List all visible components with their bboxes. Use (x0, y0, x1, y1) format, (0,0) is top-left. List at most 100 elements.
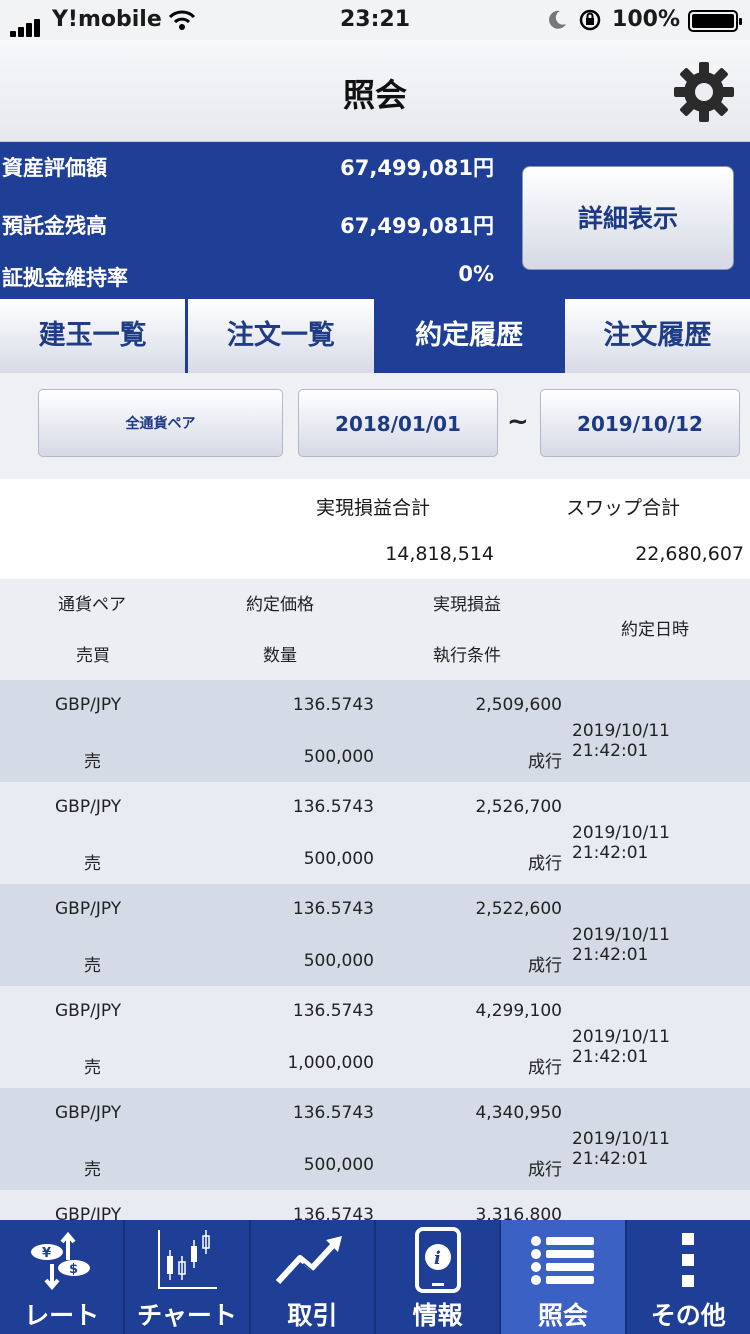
tab-positions[interactable]: 建玉一覧 (0, 299, 186, 373)
gear-icon[interactable] (672, 60, 736, 124)
bottom-tab-bar: ¥ $ レート チャート 取引 i 情報 照会 その他 (0, 1220, 750, 1334)
cell-side: 売 (84, 1160, 101, 1180)
header-condition: 執行条件 (433, 646, 501, 666)
cell-side: 売 (84, 752, 101, 772)
table-row[interactable]: GBP/JPY 136.5743 2,522,600 売 500,000 成行 2019/1… (0, 884, 750, 986)
cell-quantity: 500,000 (303, 1155, 374, 1175)
chart-icon (157, 1230, 217, 1289)
totals-panel: 実現損益合計 スワップ合計 14,818,514 22,680,607 (0, 479, 750, 579)
execution-list: GBP/JPY 136.5743 2,509,600 売 500,000 成行 2019/1… (0, 680, 750, 1220)
tabbar-rate-label: レート (24, 1301, 100, 1330)
tabbar-trade[interactable]: 取引 (251, 1220, 376, 1334)
cell-execution-price: 136.5743 (292, 1205, 374, 1220)
cell-execution-price: 136.5743 (292, 1103, 374, 1123)
cell-side: 売 (84, 854, 101, 874)
status-bar: Y!mobile 23:21 100% (0, 0, 750, 40)
tabbar-info-label: 情報 (412, 1301, 463, 1330)
margin-ratio-label: 証拠金維持率 (2, 266, 128, 290)
info-icon: i (414, 1227, 461, 1293)
cell-realized-pnl: 4,299,100 (475, 1001, 562, 1021)
header-execution-price: 約定価格 (246, 595, 314, 615)
cell-execution-datetime: 2019/10/11 21:42:01 (572, 1027, 670, 1067)
tabbar-more[interactable]: その他 (627, 1220, 750, 1334)
cell-currency-pair: GBP/JPY (55, 1001, 122, 1021)
account-summary: 資産評価額 67,499,081円 預託金残高 67,499,081円 証拠金維… (0, 142, 750, 299)
cell-realized-pnl: 3,316,800 (475, 1205, 562, 1220)
tabbar-more-label: その他 (650, 1301, 726, 1330)
tabbar-info[interactable]: i 情報 (376, 1220, 502, 1334)
table-row[interactable]: GBP/JPY 136.5743 4,340,950 売 500,000 成行 2019/1… (0, 1088, 750, 1190)
cell-quantity: 500,000 (303, 849, 374, 869)
cell-execution-price: 136.5743 (292, 899, 374, 919)
cell-quantity: 1,000,000 (287, 1053, 374, 1073)
header-execution-datetime: 約定日時 (621, 620, 689, 640)
swap-total: 22,680,607 (635, 543, 744, 565)
header-currency-pair: 通貨ペア (58, 595, 126, 615)
tab-order-history[interactable]: 注文履歴 (564, 299, 750, 373)
header-quantity: 数量 (263, 646, 297, 666)
cell-condition: 成行 (528, 1160, 562, 1180)
realized-pnl-total: 14,818,514 (385, 543, 494, 565)
rate-icon: ¥ $ (30, 1231, 90, 1290)
cell-execution-price: 136.5743 (292, 695, 374, 715)
cell-realized-pnl: 4,340,950 (475, 1103, 562, 1123)
cell-currency-pair: GBP/JPY (55, 695, 122, 715)
date-from-picker[interactable]: 2018/01/01 (298, 389, 498, 457)
header-realized-pnl: 実現損益 (433, 595, 501, 615)
more-icon (682, 1233, 695, 1287)
moon-icon (549, 10, 566, 29)
realized-pnl-total-label: 実現損益合計 (316, 497, 431, 519)
date-to-picker[interactable]: 2019/10/12 (540, 389, 740, 457)
trade-icon (276, 1236, 343, 1285)
tab-orders[interactable]: 注文一覧 (188, 299, 374, 373)
cell-quantity: 500,000 (303, 951, 374, 971)
cell-execution-datetime: 2019/10/11 21:42:01 (572, 1129, 670, 1169)
margin-ratio: 0% (458, 262, 494, 286)
asset-value-label: 資産評価額 (2, 156, 107, 180)
table-header: 通貨ペア 約定価格 実現損益 売買 数量 執行条件 約定日時 (0, 579, 750, 680)
svg-text:i: i (434, 1248, 441, 1269)
cell-condition: 成行 (528, 956, 562, 976)
tabbar-chart-label: チャート (137, 1301, 237, 1330)
deposit-balance-label: 預託金残高 (2, 214, 107, 238)
cell-execution-price: 136.5743 (292, 797, 374, 817)
tabbar-chart[interactable]: チャート (125, 1220, 251, 1334)
cell-execution-datetime: 2019/10/11 21:42:01 (572, 823, 670, 863)
detail-button[interactable]: 詳細表示 (522, 166, 734, 270)
list-icon (530, 1236, 594, 1285)
cell-currency-pair: GBP/JPY (55, 797, 122, 817)
cell-side: 売 (84, 956, 101, 976)
svg-text:$: $ (69, 1262, 78, 1277)
cell-condition: 成行 (528, 1058, 562, 1078)
nav-header: 照会 (0, 40, 750, 142)
rotation-lock-icon (579, 9, 601, 31)
cell-condition: 成行 (528, 752, 562, 772)
cell-realized-pnl: 2,522,600 (475, 899, 562, 919)
swap-total-label: スワップ合計 (566, 497, 681, 519)
table-row[interactable]: GBP/JPY 136.5743 2,526,700 売 500,000 成行 2019/1… (0, 782, 750, 884)
cell-currency-pair: GBP/JPY (55, 899, 122, 919)
table-row[interactable]: GBP/JPY 136.5743 3,316,800 (0, 1190, 750, 1220)
tabbar-inquiry-label: 照会 (537, 1301, 588, 1330)
cell-execution-datetime: 2019/10/11 21:42:01 (572, 925, 670, 965)
segment-tabs: 建玉一覧 注文一覧 約定履歴 注文履歴 (0, 299, 750, 373)
asset-value: 67,499,081円 (340, 156, 494, 180)
header-side: 売買 (76, 646, 110, 666)
tabbar-inquiry[interactable]: 照会 (501, 1220, 627, 1334)
cell-execution-price: 136.5743 (292, 1001, 374, 1021)
cell-quantity: 500,000 (303, 747, 374, 767)
tabbar-trade-label: 取引 (287, 1301, 338, 1330)
tab-execution-history[interactable]: 約定履歴 (376, 299, 562, 373)
battery-icon (688, 10, 742, 32)
cell-realized-pnl: 2,509,600 (475, 695, 562, 715)
cell-side: 売 (84, 1058, 101, 1078)
cell-currency-pair: GBP/JPY (55, 1103, 122, 1123)
svg-text:¥: ¥ (42, 1246, 51, 1261)
date-range-separator: ~ (507, 407, 529, 437)
tabbar-rate[interactable]: ¥ $ レート (0, 1220, 126, 1334)
currency-pair-select[interactable]: 全通貨ペア (38, 389, 283, 457)
table-row[interactable]: GBP/JPY 136.5743 2,509,600 売 500,000 成行 2019/1… (0, 680, 750, 782)
page-title: 照会 (342, 76, 407, 114)
table-row[interactable]: GBP/JPY 136.5743 4,299,100 売 1,000,000 成行 2019… (0, 986, 750, 1088)
cell-execution-datetime: 2019/10/11 21:42:01 (572, 721, 670, 761)
